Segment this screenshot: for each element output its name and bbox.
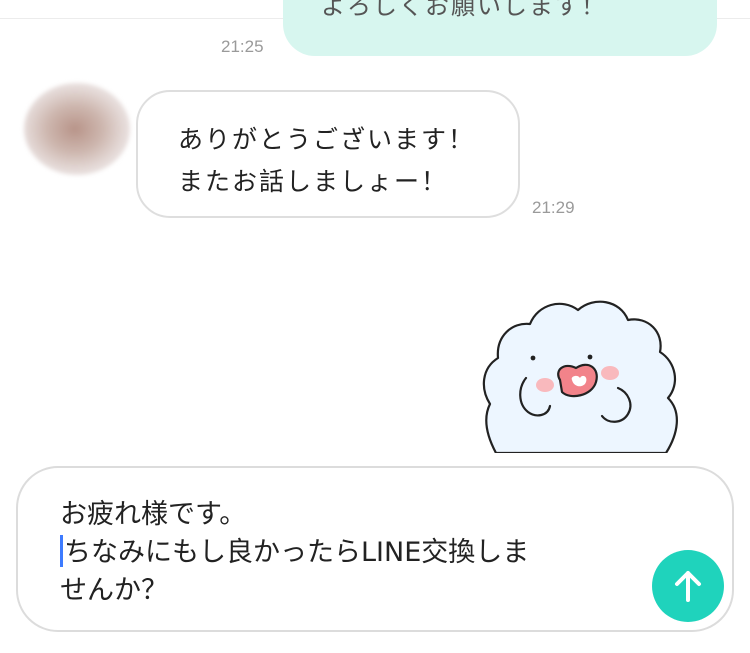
incoming-message-line: またお話しましょー！ (178, 167, 449, 196)
input-line: お疲れ様です。 (60, 499, 247, 530)
incoming-message-time: 21:29 (532, 198, 575, 217)
input-line: ちなみにもし良かったらLINE交換しま (64, 537, 530, 568)
sticker-image[interactable] (478, 288, 688, 453)
send-button[interactable] (652, 550, 724, 622)
outgoing-message-bubble[interactable]: よろしくお願いします！ (283, 0, 717, 56)
incoming-message-bubble[interactable]: ありがとうございます！ またお話しましょー！ (136, 90, 520, 218)
message-input[interactable]: お疲れ様です。 ちなみにもし良かったらLINE交換しま せんか？ (16, 466, 734, 632)
avatar[interactable] (24, 83, 130, 175)
message-input-text[interactable]: お疲れ様です。 ちなみにもし良かったらLINE交換しま せんか？ (60, 496, 529, 610)
text-caret (60, 535, 63, 567)
outgoing-message-time: 21:25 (221, 37, 264, 56)
input-line: せんか？ (60, 575, 168, 606)
chat-screen: よろしくお願いします！ 21:25 ありがとうございます！ またお話しましょー！… (0, 0, 750, 653)
incoming-message-line: ありがとうございます！ (178, 125, 476, 154)
outgoing-message-text: よろしくお願いします！ (321, 0, 607, 20)
arrow-up-icon (675, 571, 701, 602)
input-line-with-caret: ちなみにもし良かったらLINE交換しま (60, 534, 529, 572)
